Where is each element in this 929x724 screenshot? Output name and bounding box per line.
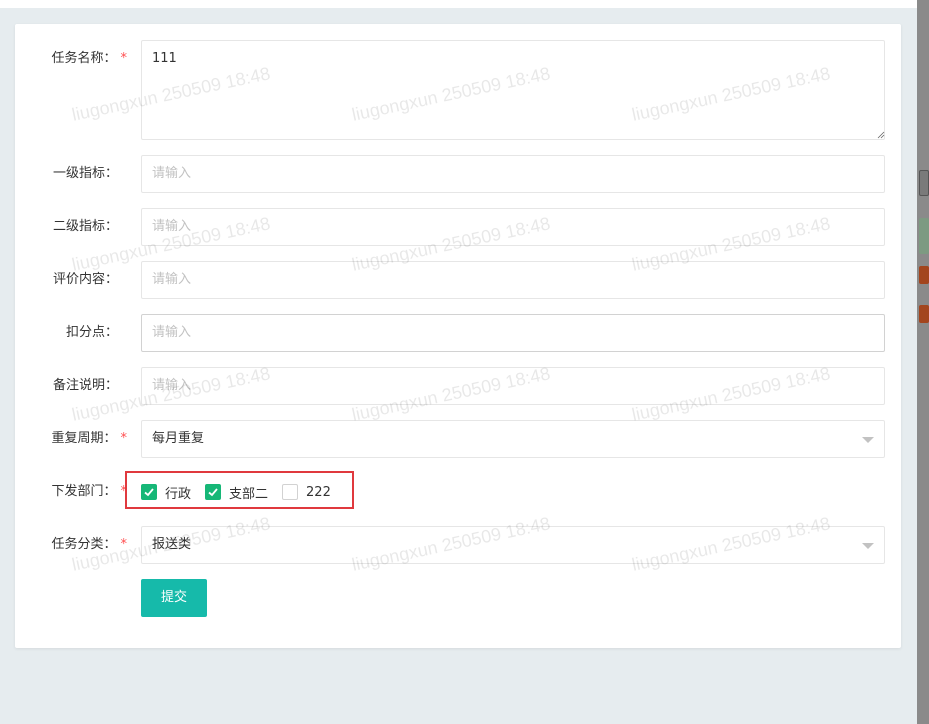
level1-input[interactable]: 请输入 [141, 155, 885, 193]
required-mark: * [120, 51, 128, 66]
deduction-input[interactable]: 请输入 [141, 314, 885, 352]
level2-label: 二级指标： [52, 219, 118, 234]
evaluation-input[interactable]: 请输入 [141, 261, 885, 299]
background-fragment [919, 218, 929, 254]
level1-label: 一级指标： [52, 166, 118, 181]
top-strip [0, 0, 917, 8]
category-label: 任务分类： * [51, 537, 128, 552]
required-mark: * [120, 537, 128, 552]
background-fragment [919, 266, 929, 284]
background-fragment [919, 170, 929, 196]
submit-button[interactable]: 提交 [141, 579, 207, 617]
evaluation-label: 评价内容： [52, 272, 118, 287]
remark-label: 备注说明： [52, 378, 118, 393]
required-mark: * [120, 431, 128, 446]
background-overlay [917, 0, 929, 724]
task-form-card: 任务名称： * 111 一级指标： 请输入 二级指标： 请输入 评价内容： 请输入… [15, 24, 901, 648]
deduction-label: 扣分点： [65, 325, 118, 340]
departments-label: 下发部门： * [51, 484, 127, 499]
category-select[interactable]: 报送类 [141, 526, 885, 564]
level2-input[interactable]: 请输入 [141, 208, 885, 246]
task-name-textarea[interactable]: 111 [141, 40, 885, 140]
background-fragment [919, 305, 929, 323]
category-select-value: 报送类 [152, 537, 192, 552]
cycle-select-value: 每月重复 [152, 431, 205, 446]
chevron-down-icon [862, 437, 874, 443]
remark-input[interactable]: 请输入 [141, 367, 885, 405]
chevron-down-icon [862, 543, 874, 549]
highlight-box [125, 471, 354, 509]
task-name-label: 任务名称： * [51, 51, 128, 66]
cycle-label: 重复周期： * [51, 431, 128, 446]
resize-grip-icon[interactable] [877, 131, 885, 139]
cycle-select[interactable]: 每月重复 [141, 420, 885, 458]
